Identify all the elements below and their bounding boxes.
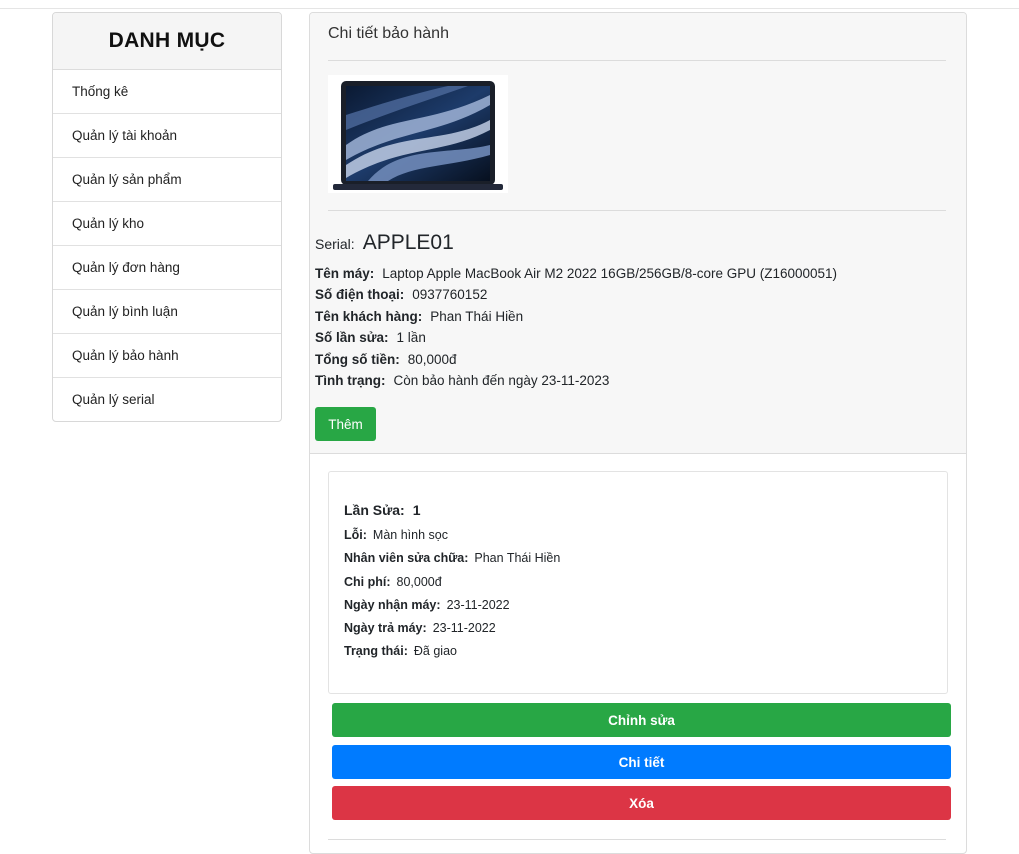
- info-value: 1 lần: [396, 330, 426, 346]
- repair-details: Lỗi: Màn hình sọc Nhân viên sửa chữa: Phan…: [344, 524, 560, 664]
- product-image: [328, 75, 508, 193]
- repair-row-error: Lỗi: Màn hình sọc: [344, 524, 560, 547]
- detail-button[interactable]: Chi tiết: [332, 745, 951, 779]
- repair-value: Phan Thái Hiền: [474, 551, 561, 566]
- repair-row-status: Trạng thái: Đã giao: [344, 640, 560, 663]
- delete-button[interactable]: Xóa: [332, 786, 951, 820]
- warranty-summary: Chi tiết bảo hành Serial: APPLE01 Tên má…: [310, 13, 966, 454]
- warranty-info: Tên máy: Laptop Apple MacBook Air M2 2022…: [315, 263, 837, 391]
- info-row-status: Tình trạng: Còn bảo hành đến ngày 23-11-2…: [315, 370, 837, 391]
- serial-label: Serial:: [315, 236, 355, 252]
- repair-label: Lỗi:: [344, 528, 367, 542]
- divider: [328, 839, 946, 840]
- repair-label: Trạng thái:: [344, 644, 408, 659]
- sidebar-title: DANH MỤC: [53, 13, 281, 70]
- info-value: 80,000đ: [407, 351, 457, 367]
- info-row-device-name: Tên máy: Laptop Apple MacBook Air M2 2022…: [315, 263, 837, 284]
- divider: [328, 60, 946, 61]
- repair-label: Chi phí:: [344, 574, 391, 589]
- repair-row-cost: Chi phí: 80,000đ: [344, 571, 560, 594]
- top-divider: [0, 8, 1019, 9]
- info-label: Tên khách hàng:: [315, 308, 423, 324]
- sidebar-item-serial[interactable]: Quản lý serial: [53, 378, 281, 421]
- repair-card: Lần Sửa: 1 Lỗi: Màn hình sọc Nhân viên sửa…: [328, 471, 948, 694]
- serial-value: APPLE01: [362, 231, 454, 254]
- info-value: Phan Thái Hiền: [430, 308, 524, 324]
- sidebar-item-comments[interactable]: Quản lý bình luận: [53, 290, 281, 334]
- repair-count-label: Lần Sửa:: [344, 502, 405, 518]
- repair-row-technician: Nhân viên sửa chữa: Phan Thái Hiền: [344, 547, 560, 570]
- info-value: Laptop Apple MacBook Air M2 2022 16GB/25…: [382, 266, 838, 281]
- sidebar-item-statistics[interactable]: Thống kê: [53, 70, 281, 114]
- repair-value: 80,000đ: [396, 574, 442, 589]
- repair-value: Đã giao: [413, 644, 457, 659]
- info-row-customer: Tên khách hàng: Phan Thái Hiền: [315, 306, 837, 327]
- info-value: Còn bảo hành đến ngày 23-11-2023: [393, 373, 610, 389]
- info-value: 0937760152: [412, 287, 488, 303]
- info-label: Tên máy:: [315, 266, 375, 281]
- page-title: Chi tiết bảo hành: [328, 25, 449, 42]
- info-row-phone: Số điện thoại: 0937760152: [315, 284, 837, 305]
- info-label: Tổng số tiền:: [315, 351, 400, 367]
- repair-count: Lần Sửa: 1: [344, 502, 429, 518]
- repair-row-return-date: Ngày trả máy: 23-11-2022: [344, 617, 560, 640]
- divider: [328, 210, 946, 211]
- add-button[interactable]: Thêm: [315, 407, 376, 441]
- repair-value: 23-11-2022: [432, 621, 496, 636]
- repair-label: Nhân viên sửa chữa:: [344, 551, 469, 566]
- sidebar: DANH MỤC Thống kê Quản lý tài khoản Quản…: [52, 12, 282, 422]
- repair-row-received-date: Ngày nhận máy: 23-11-2022: [344, 594, 560, 617]
- repair-value: 23-11-2022: [446, 597, 510, 612]
- warranty-detail-panel: Chi tiết bảo hành Serial: APPLE01 Tên má…: [309, 12, 967, 854]
- repair-label: Ngày nhận máy:: [344, 597, 441, 612]
- repair-count-value: 1: [412, 502, 421, 518]
- repair-value: Màn hình sọc: [372, 528, 448, 542]
- info-label: Số lần sửa:: [315, 330, 389, 346]
- sidebar-item-warranty[interactable]: Quản lý bảo hành: [53, 334, 281, 378]
- sidebar-item-products[interactable]: Quản lý sản phẩm: [53, 158, 281, 202]
- sidebar-item-warehouse[interactable]: Quản lý kho: [53, 202, 281, 246]
- serial-row: Serial: APPLE01: [315, 231, 454, 255]
- repair-label: Ngày trả máy:: [344, 621, 427, 636]
- info-row-total: Tổng số tiền: 80,000đ: [315, 349, 837, 370]
- info-row-repair-count: Số lần sửa: 1 lần: [315, 327, 837, 348]
- info-label: Tình trạng:: [315, 373, 386, 389]
- info-label: Số điện thoại:: [315, 287, 405, 303]
- sidebar-item-orders[interactable]: Quản lý đơn hàng: [53, 246, 281, 290]
- edit-button[interactable]: Chỉnh sửa: [332, 703, 951, 737]
- sidebar-item-accounts[interactable]: Quản lý tài khoản: [53, 114, 281, 158]
- laptop-image-icon: [333, 81, 503, 190]
